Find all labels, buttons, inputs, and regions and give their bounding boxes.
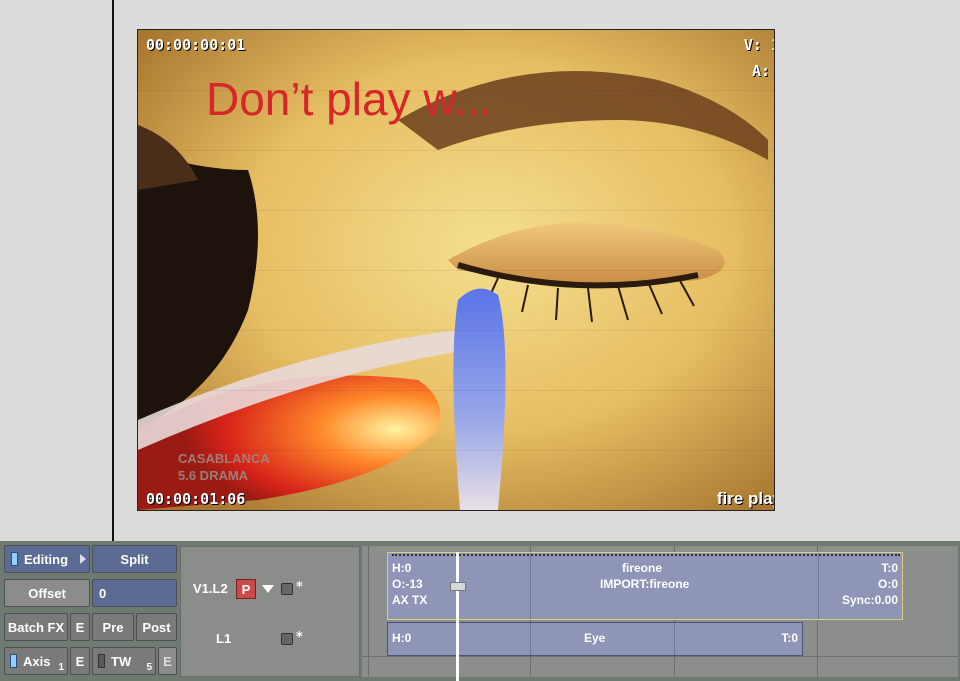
playhead-handle[interactable]: [450, 582, 466, 591]
clip-eye[interactable]: H:0 Eye T:0: [387, 622, 803, 656]
tw-edit-button[interactable]: E: [158, 647, 177, 675]
editing-label: Editing: [24, 551, 69, 567]
track-v-indicator: V: 1: [743, 36, 774, 54]
editing-led-icon: [11, 552, 18, 566]
batch-fx-edit-button[interactable]: E: [70, 613, 90, 641]
timecode-bottom: 00:00:01:06: [146, 490, 246, 508]
post-button[interactable]: Post: [136, 613, 177, 641]
playhead[interactable]: [456, 552, 459, 681]
clip-top-import: IMPORT:fireone: [600, 577, 690, 591]
clip-divider: [818, 553, 819, 619]
track-header: V1.L2 P * L1 *: [180, 546, 360, 677]
clip-divider: [674, 623, 675, 655]
reel-name: fire play: [716, 489, 774, 508]
callout-line: [112, 0, 114, 598]
caption-text: Don’t play w...: [206, 73, 493, 125]
clip-dotted-marker: [392, 554, 900, 558]
primary-track-badge[interactable]: P: [236, 579, 256, 599]
batch-fx-button[interactable]: Batch FX: [4, 613, 68, 641]
clip-top-ax: AX TX: [392, 593, 428, 607]
clip-top-sync: Sync:0.00: [841, 593, 898, 607]
burn-in-text: CASABLANCA 5.6 DRAMA: [178, 450, 270, 484]
timeline-row-divider: [362, 656, 958, 657]
clip-divider: [530, 553, 531, 619]
track-expand-icon[interactable]: [262, 585, 274, 593]
offset-button[interactable]: Offset: [4, 579, 90, 607]
video-viewer[interactable]: 00:00:00:01 V: 1 A: Don’t play w... CASA…: [137, 29, 775, 511]
clip-top-name: fireone: [622, 561, 663, 575]
editing-button[interactable]: Editing: [4, 545, 90, 573]
clip-top-o2: O:0: [877, 577, 898, 591]
axis-button[interactable]: Axis 1: [4, 647, 68, 675]
track-v1-star: *: [296, 580, 303, 595]
timeline-gridline: [368, 546, 369, 677]
track-v1-label: V1.L2: [193, 581, 228, 596]
pre-button[interactable]: Pre: [92, 613, 134, 641]
tw-label: TW: [111, 653, 132, 669]
clip-bottom-h: H:0: [392, 631, 412, 645]
editing-arrow-icon: [80, 554, 86, 564]
tw-led-icon: [98, 654, 105, 668]
clip-top-o: O:-13: [392, 577, 423, 591]
track-l1-toggle-icon[interactable]: [281, 633, 293, 645]
split-button[interactable]: Split: [92, 545, 177, 573]
tw-button[interactable]: TW 5: [92, 647, 156, 675]
axis-edit-button[interactable]: E: [70, 647, 90, 675]
burn-in-line-1: CASABLANCA: [178, 451, 270, 466]
clip-divider: [530, 623, 531, 655]
track-v1-toggle-icon[interactable]: [281, 583, 293, 595]
timecode-top: 00:00:00:01: [146, 36, 246, 54]
track-a-indicator: A:: [751, 62, 770, 80]
offset-value-field[interactable]: 0: [92, 579, 177, 607]
track-l1-star: *: [296, 630, 303, 645]
tw-count: 5: [146, 662, 152, 673]
axis-led-icon: [10, 654, 17, 668]
track-l1-label: L1: [216, 631, 232, 646]
burn-in-line-2: 5.6 DRAMA: [178, 468, 249, 483]
axis-count: 1: [58, 662, 64, 673]
clip-bottom-name: Eye: [584, 631, 606, 645]
clip-bottom-t: T:0: [781, 631, 798, 645]
axis-label: Axis: [23, 653, 51, 669]
clip-top-t: T:0: [881, 561, 898, 575]
clip-top-h: H:0: [392, 561, 412, 575]
